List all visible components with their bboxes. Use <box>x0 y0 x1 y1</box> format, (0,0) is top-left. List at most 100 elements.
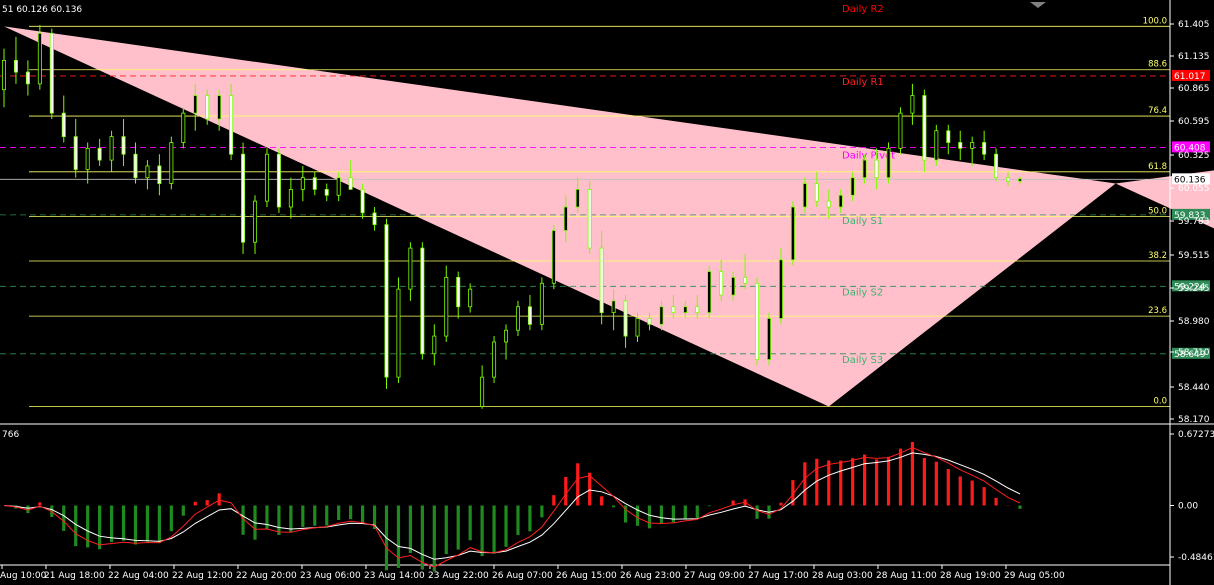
ind-tick-label: 0.00 <box>1178 501 1198 511</box>
x-tick-label: 27 Aug 17:00 <box>748 571 809 581</box>
ind-tick-label: -0.48461 <box>1178 553 1214 563</box>
histogram-bar <box>851 458 855 506</box>
bull-candle <box>575 189 580 208</box>
bull-candle <box>480 376 485 407</box>
bull-candle <box>515 306 520 331</box>
x-tick-label: 26 Aug 07:00 <box>492 571 553 581</box>
x-tick-label: 22 Aug 04:00 <box>108 571 169 581</box>
histogram-bar <box>683 505 687 519</box>
pivot-level-name: Daily S3 <box>842 355 883 366</box>
histogram-bar <box>552 495 556 506</box>
histogram-bar <box>205 500 209 506</box>
histogram-bar <box>1018 505 1022 509</box>
bear-candle <box>61 112 66 138</box>
bull-candle <box>731 277 736 296</box>
histogram-bar <box>707 505 711 507</box>
bear-candle <box>814 183 819 202</box>
histogram-bar <box>839 460 843 506</box>
bull-candle <box>611 300 616 314</box>
y-tick-label: 61.135 <box>1178 52 1210 62</box>
histogram-bar <box>98 505 102 550</box>
pivot-level-name: Daily S1 <box>842 216 883 227</box>
histogram-bar <box>360 505 365 525</box>
bear-candle <box>372 212 377 226</box>
fib-level-label: 88.6 <box>1148 60 1167 70</box>
histogram-bar <box>74 505 78 547</box>
histogram-bar <box>922 457 926 506</box>
histogram-bar <box>540 505 544 518</box>
x-tick-label: 26 Aug 15:00 <box>556 571 617 581</box>
histogram-bar <box>444 505 448 555</box>
y-tick-label: 60.865 <box>1178 84 1210 94</box>
histogram-bar <box>109 505 114 543</box>
bear-candle <box>755 282 760 360</box>
histogram-bar <box>635 505 640 526</box>
bull-candle <box>551 230 556 284</box>
bear-candle <box>946 130 951 143</box>
bull-candle <box>707 271 712 314</box>
bull-candle <box>886 147 891 179</box>
bull-candle <box>790 206 795 261</box>
histogram-bar <box>576 463 580 506</box>
histogram-bar <box>468 505 472 541</box>
bear-candle <box>982 142 987 155</box>
histogram-bar <box>133 505 138 545</box>
bear-candle <box>527 306 532 325</box>
bull-candle <box>850 177 855 196</box>
y-tick-label: 59.245 <box>1178 284 1210 294</box>
bear-candle <box>133 153 138 179</box>
x-tick-label: 21 Aug 18:00 <box>44 571 105 581</box>
fib-level-label: 0.0 <box>1153 396 1167 406</box>
x-tick-label: 26 Aug 23:00 <box>620 571 681 581</box>
histogram-bar <box>480 505 484 557</box>
fib-level-label: 76.4 <box>1148 106 1167 116</box>
bull-candle <box>862 159 867 179</box>
bull-candle <box>444 277 449 337</box>
chart-header-info: 51 60.126 60.136 <box>2 5 82 15</box>
bear-candle <box>695 306 700 314</box>
histogram-bar <box>600 496 604 506</box>
bear-candle <box>599 247 604 314</box>
bull-candle <box>910 95 915 114</box>
bull-candle <box>193 95 198 114</box>
fib-level-label: 61.8 <box>1148 162 1167 172</box>
x-tick-label: Aug 10:00 <box>0 571 47 581</box>
histogram-bar <box>157 505 161 543</box>
histogram-bar <box>863 454 867 506</box>
histogram-bar <box>301 505 305 527</box>
histogram-bar <box>396 505 401 568</box>
price-tag-label: 61.017 <box>1174 72 1206 82</box>
bear-candle <box>97 147 102 161</box>
bear-candle <box>922 95 927 161</box>
bull-candle <box>934 130 939 161</box>
price-chart[interactable]: 100.088.676.461.850.038.223.60.0Daily R2… <box>0 0 1214 585</box>
bear-candle <box>13 59 18 73</box>
fib-level-label: 23.6 <box>1148 306 1167 316</box>
bull-candle <box>1018 178 1023 182</box>
bull-candle <box>336 177 341 196</box>
histogram-bar <box>169 505 173 532</box>
bear-candle <box>647 318 652 325</box>
pivot-level-name: Daily S2 <box>842 287 883 298</box>
bear-candle <box>1006 177 1011 182</box>
bull-candle <box>85 147 90 170</box>
bull-candle <box>181 112 186 143</box>
x-tick-label: 29 Aug 05:00 <box>1004 571 1065 581</box>
bear-candle <box>121 136 126 155</box>
bull-candle <box>563 206 568 231</box>
bear-candle <box>348 177 353 190</box>
histogram-bar <box>779 502 783 506</box>
histogram-bar <box>145 505 150 542</box>
histogram-bar <box>647 505 652 529</box>
y-tick-label: 58.170 <box>1178 415 1210 425</box>
histogram-bar <box>38 502 42 506</box>
bear-candle <box>25 71 30 85</box>
y-tick-label: 60.595 <box>1178 117 1210 127</box>
bull-candle <box>217 95 222 120</box>
histogram-bar <box>659 505 664 525</box>
fib-level-label: 38.2 <box>1148 251 1167 261</box>
x-tick-label: 23 Aug 14:00 <box>364 571 425 581</box>
histogram-bar <box>671 505 675 523</box>
indicator-label: 766 <box>2 430 19 440</box>
pivot-level-name: Daily R2 <box>842 4 884 15</box>
